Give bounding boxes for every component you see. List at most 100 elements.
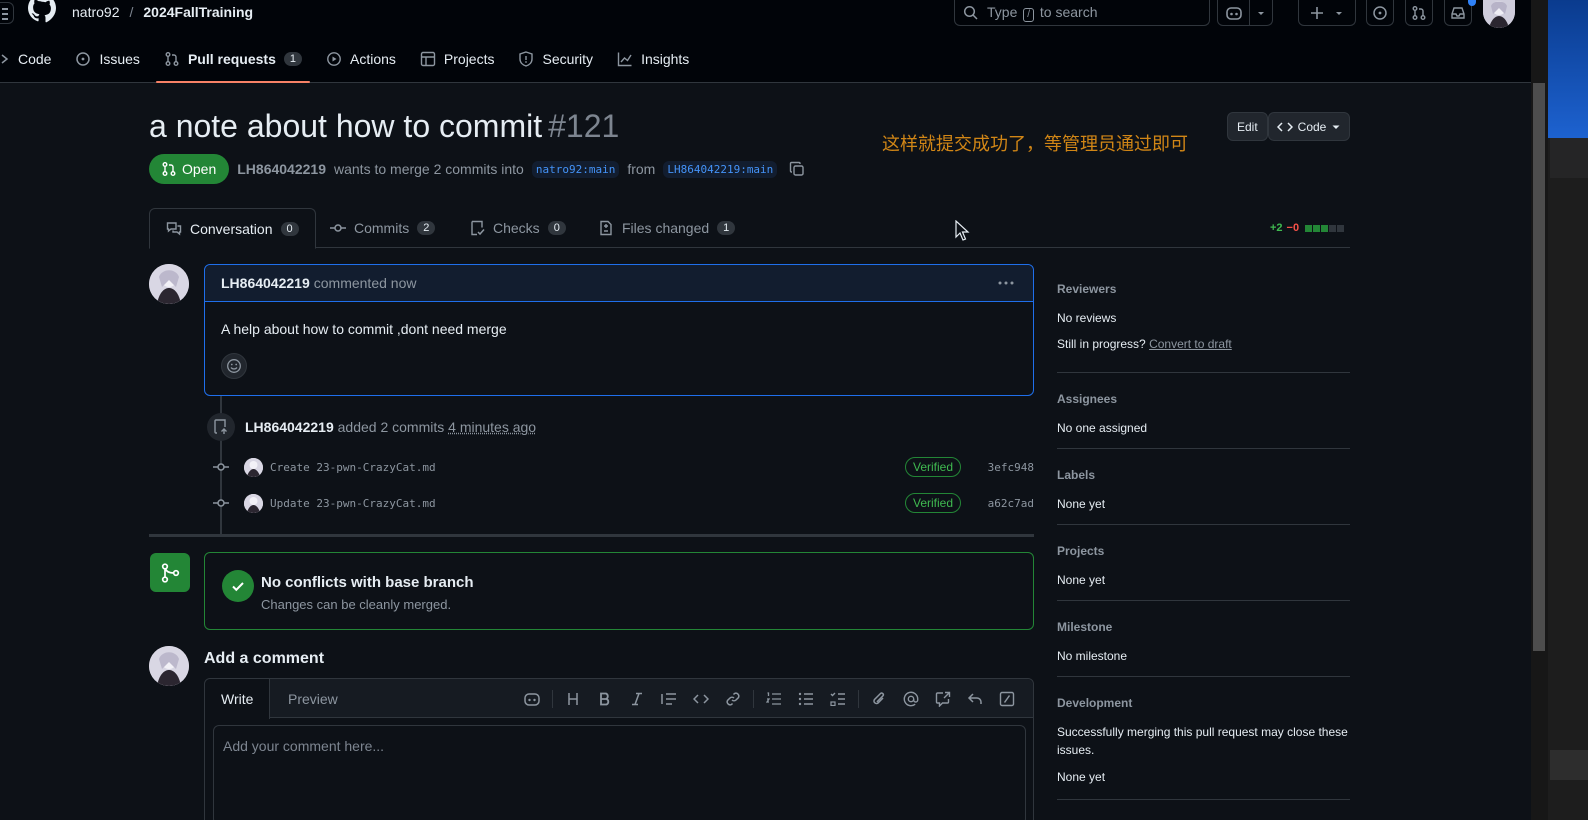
tab-actions[interactable]: Actions: [318, 42, 404, 76]
italic-icon[interactable]: [621, 689, 653, 709]
search-input[interactable]: Type / to search: [954, 0, 1210, 26]
timeline-divider: [149, 534, 1034, 537]
pull-request-icon: [162, 162, 176, 176]
tab-security[interactable]: Security: [510, 42, 601, 76]
copilot-icon: [1225, 6, 1242, 20]
tab-projects[interactable]: Projects: [412, 42, 503, 76]
tab-files-changed[interactable]: Files changed 1: [582, 208, 751, 248]
add-reaction-button[interactable]: [221, 353, 247, 379]
quote-icon[interactable]: [653, 689, 685, 709]
graph-icon: [617, 52, 632, 67]
timeline-author[interactable]: LH864042219: [245, 419, 334, 435]
paperclip-icon[interactable]: [863, 689, 895, 709]
commit-message[interactable]: Create 23-pwn-CrazyCat.md: [270, 461, 436, 474]
commit-author-avatar[interactable]: [244, 493, 263, 513]
commit-author-avatar[interactable]: [244, 457, 263, 477]
milestone-heading[interactable]: Milestone: [1057, 620, 1350, 634]
issues-button[interactable]: [1366, 0, 1394, 26]
kebab-menu-icon[interactable]: [997, 275, 1015, 291]
tab-actions-label: Actions: [349, 51, 396, 67]
tab-commits-label: Commits: [354, 220, 410, 236]
labels-heading[interactable]: Labels: [1057, 468, 1350, 482]
pull-request-icon: [1412, 5, 1426, 20]
copilot-icon[interactable]: [516, 689, 548, 709]
code-dropdown-button[interactable]: Code: [1268, 112, 1350, 141]
code-icon: [1, 54, 9, 64]
heading-icon[interactable]: [557, 689, 589, 709]
search-placeholder: Type / to search: [987, 3, 1098, 22]
edit-title-button[interactable]: Edit: [1227, 112, 1268, 141]
breadcrumb-separator: /: [129, 4, 134, 20]
comment-header: LH864042219 commented now: [205, 265, 1033, 302]
base-branch[interactable]: natro92:main: [531, 160, 620, 178]
pr-author-link[interactable]: LH864042219: [237, 161, 326, 177]
task-list-icon[interactable]: [822, 689, 854, 709]
slash-command-icon[interactable]: [991, 689, 1023, 709]
timeline-time[interactable]: 4 minutes ago: [448, 419, 536, 435]
menu-icon[interactable]: [0, 2, 14, 24]
tab-checks-count: 0: [547, 221, 566, 235]
convert-to-draft-link[interactable]: Convert to draft: [1149, 337, 1232, 351]
tab-commits[interactable]: Commits 2: [314, 208, 451, 248]
commit-message[interactable]: Update 23-pwn-CrazyCat.md: [270, 497, 436, 510]
breadcrumb-repo[interactable]: 2024FallTraining: [143, 4, 253, 20]
merge-text: wants to merge 2 commits into: [334, 161, 524, 177]
tab-commits-count: 2: [417, 221, 436, 235]
play-icon: [327, 52, 341, 66]
pr-number: #121: [548, 108, 620, 144]
issue-icon: [1373, 5, 1387, 20]
comment-textarea[interactable]: Add your comment here...: [213, 725, 1026, 820]
tab-conversation[interactable]: Conversation 0: [149, 208, 316, 249]
draft-row: Still in progress? Convert to draft: [1057, 335, 1350, 353]
link-icon[interactable]: [717, 689, 749, 709]
assignees-value: No one assigned: [1057, 421, 1148, 435]
reviewers-value: No reviews: [1057, 311, 1117, 325]
unordered-list-icon[interactable]: [790, 689, 822, 709]
cross-reference-icon[interactable]: [927, 689, 959, 709]
comment-author-avatar[interactable]: [149, 264, 189, 304]
verified-badge[interactable]: Verified: [905, 457, 962, 477]
tab-code[interactable]: Code: [0, 42, 59, 76]
comment-author[interactable]: LH864042219: [221, 275, 310, 291]
bold-icon[interactable]: [589, 689, 621, 709]
tab-preview[interactable]: Preview: [272, 679, 354, 719]
reply-icon[interactable]: [959, 689, 991, 709]
development-heading[interactable]: Development: [1057, 696, 1350, 710]
user-avatar[interactable]: [1483, 0, 1515, 28]
tab-checks[interactable]: Checks 0: [453, 208, 582, 248]
github-logo-icon[interactable]: [26, 0, 58, 26]
create-new-button[interactable]: [1298, 0, 1356, 26]
commit-sha[interactable]: 3efc948: [988, 461, 1034, 474]
tab-insights[interactable]: Insights: [609, 42, 697, 76]
commit-sha[interactable]: a62c7ad: [988, 497, 1034, 510]
breadcrumb-owner[interactable]: natro92: [72, 4, 119, 20]
code-icon[interactable]: [685, 689, 717, 709]
projects-heading[interactable]: Projects: [1057, 544, 1350, 558]
toolbar-divider: [753, 690, 754, 708]
repo-nav: Code Issues Pull requests 1 Actions Proj…: [0, 42, 705, 83]
sidebar-divider: [1057, 524, 1350, 525]
reviewers-heading[interactable]: Reviewers: [1057, 282, 1350, 296]
diffstat-boxes: [1305, 224, 1345, 232]
verified-badge[interactable]: Verified: [905, 493, 962, 513]
tab-write[interactable]: Write: [205, 679, 271, 719]
breadcrumb: natro92 / 2024FallTraining: [72, 4, 253, 20]
comment-discussion-icon: [166, 221, 182, 235]
sidebar-reviewers: Reviewers No reviews Still in progress? …: [1057, 282, 1350, 353]
assignees-heading[interactable]: Assignees: [1057, 392, 1350, 406]
sidebar-divider: [1057, 448, 1350, 449]
scrollbar-thumb[interactable]: [1533, 83, 1545, 651]
copy-icon[interactable]: [789, 161, 805, 177]
head-branch[interactable]: LH864042219:main: [663, 160, 778, 178]
comment-box: LH864042219 commented now A help about h…: [204, 264, 1034, 396]
mention-icon[interactable]: [895, 689, 927, 709]
pull-requests-button[interactable]: [1405, 0, 1433, 26]
ordered-list-icon[interactable]: [758, 689, 790, 709]
tab-pull-requests[interactable]: Pull requests 1: [155, 42, 311, 83]
copilot-button[interactable]: [1217, 0, 1273, 26]
tab-issues[interactable]: Issues: [67, 42, 147, 76]
in-progress-text: Still in progress?: [1057, 337, 1146, 351]
current-user-avatar[interactable]: [149, 646, 189, 686]
labels-value: None yet: [1057, 497, 1106, 511]
search-shortcut-key: /: [1023, 7, 1035, 22]
